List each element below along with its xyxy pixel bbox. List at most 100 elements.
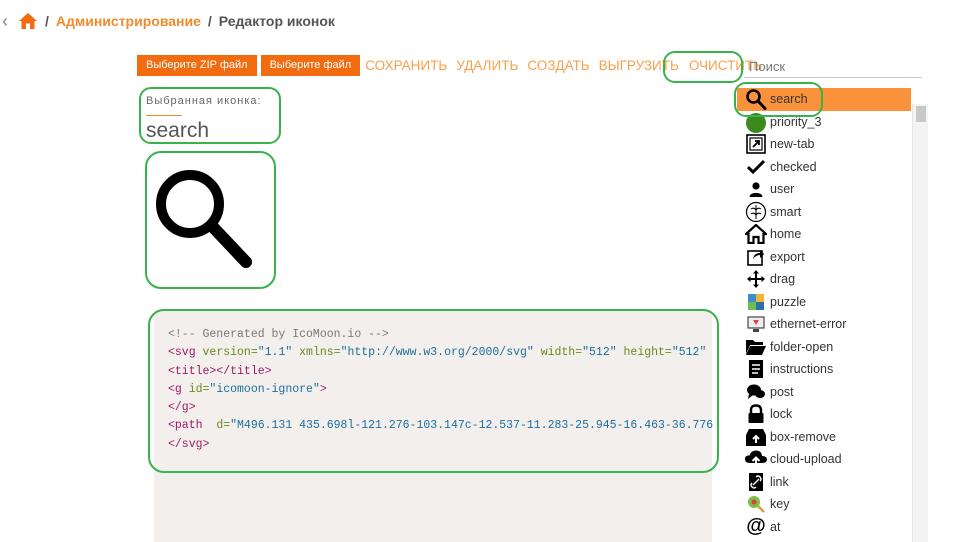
scrollbar-thumb[interactable] [916, 106, 926, 122]
code-value: "512" [671, 346, 707, 360]
lock-icon [743, 403, 769, 425]
breadcrumb-current: Редактор иконок [218, 13, 335, 29]
key-icon [743, 493, 769, 515]
icon-name: priority_3 [770, 114, 822, 129]
code-g-close: </g> [168, 401, 196, 415]
list-item[interactable]: key [737, 493, 911, 516]
list-item[interactable]: drag [737, 268, 911, 291]
ethernet-error-icon [743, 313, 769, 335]
list-item[interactable]: cloud-upload [737, 448, 911, 471]
chevron-left-icon[interactable]: ‹ [2, 11, 14, 32]
list-item[interactable]: link [737, 471, 911, 494]
code-value: "1.1" [257, 346, 293, 360]
drag-icon [743, 268, 769, 290]
select-file-button[interactable]: Выберите файл [260, 54, 361, 76]
icon-name: lock [770, 407, 793, 422]
code-attr: width= [533, 346, 583, 360]
icon-name: link [770, 474, 789, 489]
code-attr: id= [181, 382, 210, 396]
icon-name: ethernet-error [770, 317, 847, 332]
list-item[interactable]: post [737, 381, 911, 404]
list-item[interactable]: checked [737, 156, 911, 179]
post-icon [743, 381, 769, 403]
selected-icon-label: Выбранная иконка: [146, 95, 262, 107]
icon-name: instructions [770, 362, 834, 377]
code-value: "512" [582, 346, 617, 360]
create-button[interactable]: СОЗДАТЬ [527, 58, 589, 73]
code-svg-open: <svg [168, 346, 196, 360]
code-value: "icomoon-ignore" [209, 382, 320, 396]
new-tab-icon [743, 133, 769, 155]
list-item[interactable]: smart [737, 201, 911, 224]
breadcrumb-separator: / [45, 13, 49, 29]
checkmark-icon [743, 156, 769, 178]
breadcrumb-separator: / [207, 13, 212, 29]
list-item[interactable]: priority_3 [737, 111, 911, 134]
home-icon[interactable] [18, 11, 38, 31]
brain-icon [743, 201, 769, 223]
list-item[interactable]: lock [737, 403, 911, 426]
search-icon [156, 170, 252, 268]
delete-button[interactable]: УДАЛИТЬ [456, 58, 518, 73]
icon-name: smart [770, 204, 802, 219]
user-icon [743, 178, 769, 200]
icon-name: drag [770, 272, 796, 287]
code-svg-close: </svg> [168, 437, 210, 451]
code-attr: version= [195, 346, 258, 360]
save-button[interactable]: СОХРАНИТЬ [365, 58, 447, 73]
list-item[interactable]: puzzle [737, 291, 911, 314]
icon-name: folder-open [770, 339, 834, 354]
breadcrumb: ‹ / Администрирование / Редактор иконок [0, 10, 335, 32]
icon-name: key [770, 497, 790, 512]
code-gt: > [319, 382, 327, 396]
code-value: "http://www.w3.org/2000/svg" [340, 346, 534, 360]
code-attr: height= [616, 346, 672, 360]
selected-icon-name: search [146, 119, 210, 142]
instructions-icon [743, 358, 769, 380]
code-comment: <!-- Generated by IcoMoon.io --> [168, 328, 389, 341]
code-attr: d= [202, 419, 231, 433]
puzzle-icon [743, 291, 769, 313]
icon-name: search [770, 92, 808, 107]
list-item[interactable]: @ at [737, 515, 911, 539]
search-input[interactable] [744, 56, 922, 78]
list-item[interactable]: search [737, 88, 911, 111]
export-icon [743, 246, 769, 268]
list-item[interactable]: new-tab [737, 133, 911, 156]
list-item[interactable]: home [737, 223, 911, 246]
icon-list-scrollbar[interactable] [912, 104, 928, 542]
svg-code[interactable]: <!-- Generated by IcoMoon.io --> <svg ve… [168, 326, 714, 456]
export-button[interactable]: ВЫГРУЗИТЬ [599, 58, 679, 73]
folder-open-icon [743, 336, 769, 358]
icon-name: new-tab [770, 137, 815, 152]
code-attr: xmlns= [292, 346, 341, 360]
list-item[interactable]: instructions [737, 358, 911, 381]
cloud-upload-icon [743, 448, 769, 470]
icon-name: post [770, 384, 794, 399]
icon-name: box-remove [770, 429, 836, 444]
link-icon [743, 471, 769, 493]
list-item[interactable]: export [737, 246, 911, 269]
code-title: <title></title> [168, 364, 272, 378]
at-icon: @ [746, 515, 766, 538]
list-item[interactable]: user [737, 178, 911, 201]
icon-name: home [770, 227, 802, 242]
icon-name: at [770, 519, 781, 534]
select-zip-button[interactable]: Выберите ZIP файл [137, 54, 257, 76]
box-remove-icon [743, 426, 769, 448]
priority-icon [743, 111, 769, 133]
icon-name: checked [770, 159, 817, 174]
list-item[interactable]: ethernet-error [737, 313, 911, 336]
home-icon [743, 223, 769, 245]
icon-list: search priority_3 new-tab checked user s… [737, 88, 911, 542]
toolbar: Выберите ZIP файл Выберите файл СОХРАНИТ… [137, 54, 766, 76]
breadcrumb-admin-link[interactable]: Администрирование [56, 13, 201, 29]
search-icon [743, 88, 769, 111]
icon-name: puzzle [770, 294, 807, 309]
code-value: "M496.131 435.698l-121.276-103.147c-12.5… [230, 419, 714, 433]
list-item[interactable]: folder-open [737, 336, 911, 359]
label-underline [146, 115, 182, 116]
icon-name: cloud-upload [770, 452, 842, 467]
icon-name: user [770, 182, 795, 197]
list-item[interactable]: box-remove [737, 426, 911, 449]
